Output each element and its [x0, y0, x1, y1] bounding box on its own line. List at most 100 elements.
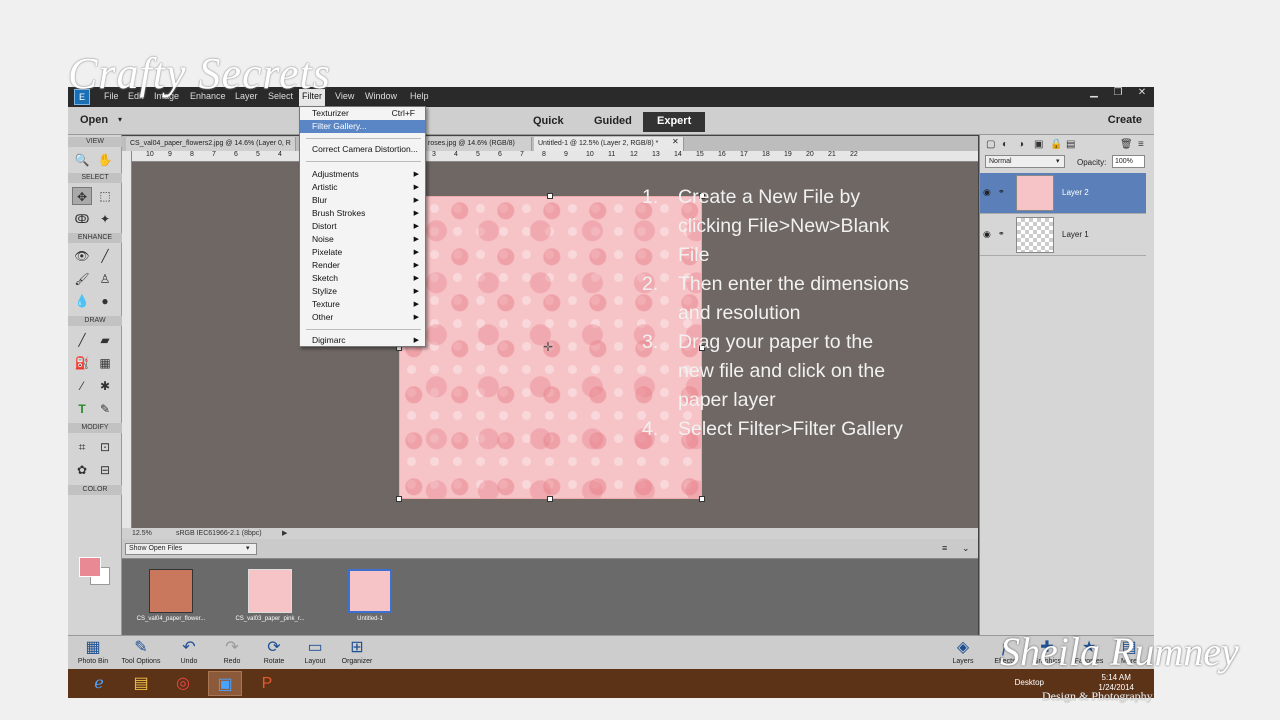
foreground-color-swatch[interactable]: [79, 557, 101, 577]
minimize-icon[interactable]: ▁: [1082, 87, 1106, 101]
quick-select-tool-icon[interactable]: ✦: [95, 210, 115, 228]
tab-expert[interactable]: Expert: [643, 112, 706, 132]
recompose-tool-icon[interactable]: ⊡: [95, 438, 115, 456]
menu-help[interactable]: Help: [410, 91, 429, 101]
show-open-files-select[interactable]: Show Open Files: [125, 543, 257, 555]
eraser-tool-icon[interactable]: ▰: [95, 331, 115, 349]
sponge-tool-icon[interactable]: ●: [95, 292, 115, 310]
menu-item-artistic[interactable]: Artistic ▶: [300, 181, 425, 194]
powerpoint-icon[interactable]: P: [250, 671, 284, 696]
doc-tab-flowers[interactable]: CS_val04_paper_flowers2.jpg @ 14.6% (Lay…: [126, 137, 296, 151]
blur-tool-icon[interactable]: 💧: [72, 292, 92, 310]
internet-explorer-icon[interactable]: ℯ: [82, 671, 116, 696]
healing-brush-icon[interactable]: ╱: [95, 247, 115, 265]
menu-item-distort[interactable]: Distort ▶: [300, 220, 425, 233]
open-button[interactable]: Open: [80, 114, 108, 126]
custom-shape-icon[interactable]: ✱: [95, 377, 115, 395]
paint-bucket-icon[interactable]: ⛽: [72, 354, 92, 372]
bin-menu-icon[interactable]: ≡: [942, 543, 947, 553]
move-tool-icon[interactable]: ✥: [72, 187, 92, 205]
layer-row-layer-2[interactable]: ◉ ⚭ Layer 2: [980, 173, 1146, 214]
create-button[interactable]: Create: [1108, 114, 1142, 126]
collapse-bin-icon[interactable]: ⌄: [962, 543, 970, 554]
tool-options-label: Tool Options: [121, 658, 161, 665]
zoom-level[interactable]: 12.5%: [132, 528, 152, 539]
opacity-input[interactable]: 100%: [1112, 155, 1145, 168]
type-tool-icon[interactable]: T: [72, 400, 92, 418]
tab-quick[interactable]: Quick: [519, 112, 578, 132]
menu-window[interactable]: Window: [365, 91, 397, 101]
menu-item-filter-gallery[interactable]: Filter Gallery...: [300, 120, 425, 133]
menu-item-noise[interactable]: Noise ▶: [300, 233, 425, 246]
close-tab-icon[interactable]: ✕: [672, 137, 679, 146]
tool-section-modify: MODIFY: [68, 423, 122, 433]
lock-icon[interactable]: 🔒: [1050, 139, 1064, 151]
smart-brush-icon[interactable]: 🖌: [72, 270, 92, 288]
blend-mode-select[interactable]: Normal: [985, 155, 1065, 168]
marquee-tool-icon[interactable]: ⬚: [95, 187, 115, 205]
menu-item-texture[interactable]: Texture ▶: [300, 298, 425, 311]
link-icon[interactable]: ⚭: [998, 229, 1005, 238]
bin-thumbnail[interactable]: [248, 569, 292, 613]
adjustment-layer-icon[interactable]: ◐: [1002, 139, 1016, 151]
menu-item-texturizer[interactable]: Texturizer Ctrl+F: [300, 107, 425, 120]
menu-item-other[interactable]: Other ▶: [300, 311, 425, 324]
hand-tool-icon[interactable]: ✋: [95, 151, 115, 169]
red-eye-tool-icon[interactable]: 👁: [72, 247, 92, 265]
photoshop-elements-taskbar-icon[interactable]: ▣: [208, 671, 242, 696]
fill-layer-icon[interactable]: ◑: [1018, 139, 1032, 151]
crop-tool-icon[interactable]: ⌗: [72, 438, 92, 456]
eye-icon[interactable]: ◉: [983, 187, 991, 198]
file-explorer-icon[interactable]: ▤: [124, 671, 158, 696]
gradient-tool-icon[interactable]: ▦: [95, 354, 115, 372]
transform-handle[interactable]: [547, 193, 553, 199]
zoom-tool-icon[interactable]: 🔍: [72, 151, 92, 169]
instruction-text: Select Filter>Filter Gallery: [678, 418, 903, 440]
bin-thumbnail-selected[interactable]: [348, 569, 392, 613]
trash-icon[interactable]: 🗑: [1120, 139, 1134, 151]
menu-item-correct-camera-distortion[interactable]: Correct Camera Distortion...: [300, 143, 425, 156]
menu-item-adjustments[interactable]: Adjustments ▶: [300, 168, 425, 181]
panel-menu-icon[interactable]: ≡: [1138, 139, 1152, 151]
transform-handle[interactable]: [547, 496, 553, 502]
photo-bin-button[interactable]: ▦ Photo Bin: [68, 638, 118, 665]
restore-icon[interactable]: ❐: [1106, 87, 1130, 101]
menu-view[interactable]: View: [335, 91, 354, 101]
menu-item-blur[interactable]: Blur ▶: [300, 194, 425, 207]
pencil-tool-icon[interactable]: ✎: [95, 400, 115, 418]
link-icon[interactable]: ⚭: [998, 187, 1005, 196]
clone-stamp-icon[interactable]: ♙: [95, 270, 115, 288]
layer-row-layer-1[interactable]: ◉ ⚭ Layer 1: [980, 215, 1146, 256]
chrome-icon[interactable]: ◎: [166, 671, 200, 696]
menu-item-render[interactable]: Render ▶: [300, 259, 425, 272]
close-icon[interactable]: ✕: [1130, 87, 1154, 101]
menu-item-brush-strokes[interactable]: Brush Strokes ▶: [300, 207, 425, 220]
organizer-button[interactable]: ⊞ Organizer: [332, 638, 382, 665]
open-dropdown-icon[interactable]: ▾: [118, 115, 122, 124]
lasso-tool-icon[interactable]: ↂ: [72, 210, 92, 228]
transform-handle[interactable]: [396, 496, 402, 502]
transform-handle[interactable]: [699, 496, 705, 502]
menu-item-stylize[interactable]: Stylize ▶: [300, 285, 425, 298]
ruler-tick-label: 6: [498, 151, 502, 158]
brush-tool-icon[interactable]: ╱: [72, 331, 92, 349]
lock-all-icon[interactable]: ▤: [1066, 139, 1080, 151]
desktop-toolbar-label[interactable]: Desktop: [1015, 678, 1044, 687]
straighten-tool-icon[interactable]: ⊟: [95, 461, 115, 479]
ruler-tick-label: 6: [234, 151, 238, 158]
status-arrow-icon[interactable]: ▶: [282, 528, 287, 539]
menu-item-digimarc[interactable]: Digimarc ▶: [300, 334, 425, 347]
doc-tab-untitled[interactable]: Untitled-1 @ 12.5% (Layer 2, RGB/8) *: [534, 137, 684, 151]
tab-guided[interactable]: Guided: [580, 112, 646, 132]
content-move-icon[interactable]: ✿: [72, 461, 92, 479]
new-layer-icon[interactable]: ▢: [986, 139, 1000, 151]
menu-item-label: Brush Strokes: [312, 208, 366, 218]
menu-item-pixelate[interactable]: Pixelate ▶: [300, 246, 425, 259]
eyedropper-icon[interactable]: ⁄: [72, 377, 92, 395]
eye-icon[interactable]: ◉: [983, 229, 991, 240]
bin-thumbnail[interactable]: [149, 569, 193, 613]
doc-tab-roses[interactable]: roses.jpg @ 14.6% (RGB/8): [424, 137, 532, 151]
menu-item-sketch[interactable]: Sketch ▶: [300, 272, 425, 285]
tool-options-button[interactable]: ✎ Tool Options: [116, 638, 166, 665]
mask-icon[interactable]: ▣: [1034, 139, 1048, 151]
